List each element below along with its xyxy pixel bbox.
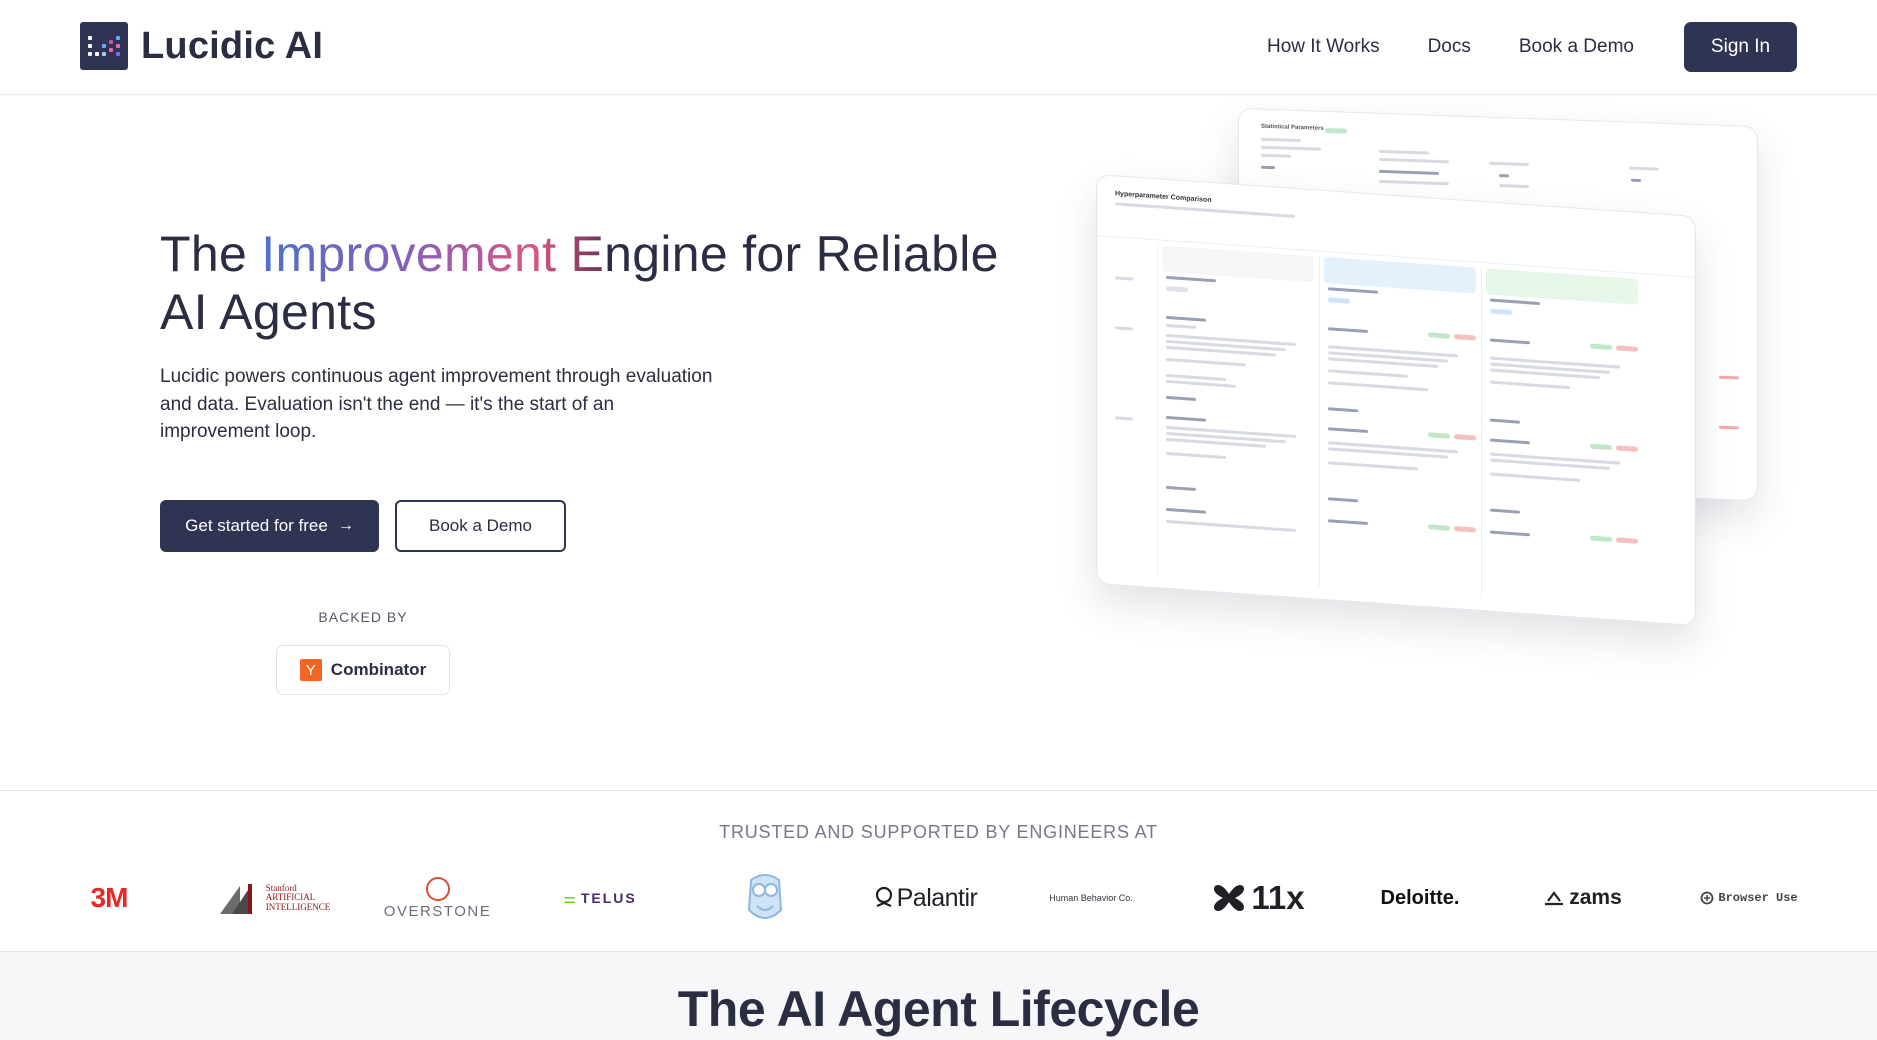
y-combinator-name: Combinator: [330, 660, 427, 679]
telus-leaf-icon: ⚌: [563, 889, 578, 906]
stanford-line3: INTELLIGENCE: [265, 901, 331, 912]
site-header: Lucidic AI How It Works Docs Book a Demo…: [0, 0, 1877, 95]
arrow-right-icon: →: [337, 517, 354, 534]
zams-text: zams: [1569, 886, 1622, 909]
logo-deloitte: Deloitte.: [1380, 886, 1460, 909]
logo-owl: [740, 868, 790, 928]
stanford-text: Stanford ARTIFICIAL INTELLIGENCE: [265, 883, 331, 913]
logo-3m: 3M: [90, 882, 129, 913]
logo-stanford: Stanford ARTIFICIAL INTELLIGENCE: [219, 868, 330, 928]
zams-icon: [1545, 891, 1564, 906]
nav-book-demo[interactable]: Book a Demo: [1519, 36, 1634, 58]
logo-telus: ⚌ TELUS: [556, 868, 644, 928]
browser-use-icon: [1700, 891, 1714, 905]
hero-title-gradient: Improvement E: [261, 226, 605, 282]
back-card-title: Statistical Parameters: [1261, 123, 1324, 132]
11x-text: 11x: [1251, 879, 1305, 916]
get-started-label: Get started for free: [185, 516, 328, 535]
hero-title-part1: The: [160, 226, 262, 282]
y-combinator-badge[interactable]: Y Combinator: [276, 645, 450, 695]
y-combinator-icon: Y: [299, 659, 322, 681]
logo-zams: zams: [1542, 868, 1624, 928]
palantir-text: Palantir: [896, 883, 978, 912]
lifecycle-title: The AI Agent Lifecycle: [677, 981, 1200, 1037]
logo-browser-use: Browser Use: [1700, 868, 1798, 928]
nav-how-it-works[interactable]: How It Works: [1267, 36, 1380, 58]
book-demo-button[interactable]: Book a Demo: [395, 500, 566, 552]
stanford-mark-icon: [218, 876, 262, 920]
telus-text: TELUS: [580, 890, 637, 906]
get-started-button[interactable]: Get started for free →: [160, 500, 379, 552]
product-screenshot: Statistical Parameters Hyperparameter Co…: [1090, 107, 1780, 635]
hero-title: The Improvement Engine for Reliable AI A…: [160, 225, 1020, 341]
owl-icon: [747, 874, 783, 919]
overstone-text: OVERSTONE: [383, 902, 492, 920]
11x-mark-icon: [1214, 885, 1245, 911]
sign-in-button[interactable]: Sign In: [1684, 22, 1797, 72]
palantir-icon: [875, 886, 892, 908]
browser-use-text: Browser Use: [1718, 891, 1798, 905]
hyperparameter-comparison-card: Hyperparameter Comparison: [1096, 174, 1696, 626]
logo-overstone: OVERSTONE: [383, 868, 492, 928]
main-nav: How It Works Docs Book a Demo Sign In: [1267, 22, 1797, 72]
logo-human-behavior: Human Behavior Co.: [1049, 893, 1133, 903]
logo-palantir: Palantir: [874, 868, 978, 928]
front-card-title: Hyperparameter Comparison: [1115, 190, 1212, 205]
nav-docs[interactable]: Docs: [1428, 36, 1471, 58]
backed-by-label: BACKED BY: [318, 609, 408, 625]
trusted-label: TRUSTED AND SUPPORTED BY ENGINEERS AT: [719, 822, 1158, 842]
logo-text: Lucidic AI: [141, 24, 324, 67]
hero-subtitle: Lucidic powers continuous agent improvem…: [160, 366, 713, 442]
overstone-ring-icon: [425, 876, 450, 901]
lucidic-logo-icon: [80, 22, 128, 70]
logo-link[interactable]: Lucidic AI: [80, 22, 323, 70]
logo-11x: 11x: [1208, 868, 1308, 928]
